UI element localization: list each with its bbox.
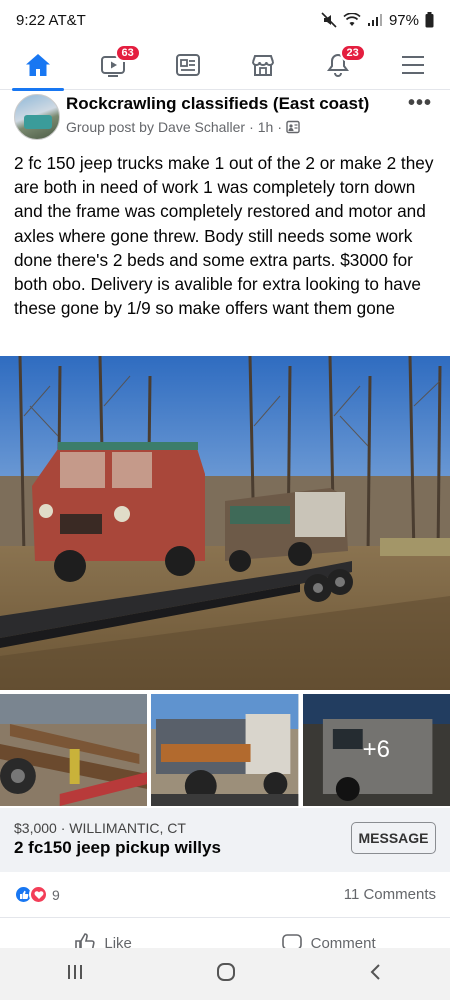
news-icon — [175, 53, 200, 76]
battery-percent: 97% — [388, 11, 419, 29]
nav-notifications[interactable]: 23 — [308, 40, 368, 90]
nav-home[interactable] — [8, 40, 68, 91]
reaction-summary[interactable]: 9 — [14, 885, 60, 904]
status-carrier: AT&T — [48, 11, 86, 29]
thumbnail-photo-3[interactable]: +6 — [302, 694, 450, 806]
nav-marketplace[interactable] — [233, 40, 293, 90]
back-chevron-icon — [370, 963, 380, 980]
reaction-count: 9 — [52, 886, 60, 903]
love-reaction-icon — [29, 885, 48, 904]
mute-icon — [321, 12, 337, 28]
battery-icon — [425, 12, 434, 28]
thumbnail-image-1 — [0, 694, 148, 806]
signal-icon — [367, 13, 383, 27]
marketplace-icon — [251, 54, 274, 76]
comments-count[interactable]: 11 Comments — [344, 886, 436, 903]
reaction-icons — [14, 885, 48, 904]
nav-watch[interactable]: 63 — [83, 40, 143, 90]
photo-thumbnails: +6 — [0, 694, 450, 806]
wifi-icon — [343, 13, 361, 27]
post-body-text: 2 fc 150 jeep trucks make 1 out of the 2… — [14, 153, 434, 319]
nav-news[interactable] — [158, 40, 218, 90]
trucks-on-trailer-photo — [0, 356, 450, 690]
message-button[interactable]: MESSAGE — [351, 822, 436, 854]
post-meta: Group post by Dave Schaller · 1h · — [66, 119, 300, 135]
status-time: 9:22 — [16, 11, 46, 29]
reactions-bar: 9 11 Comments — [0, 872, 450, 918]
group-name[interactable]: Rockcrawling classifieds (East coast) — [66, 94, 369, 114]
notifications-badge: 23 — [339, 43, 366, 62]
separator-dot: · — [277, 119, 283, 135]
main-listing-photo[interactable] — [0, 356, 450, 690]
thumbnail-photo-1[interactable] — [0, 694, 148, 806]
status-bar: 9:22 AT&T 97% — [0, 0, 450, 40]
nav-menu[interactable] — [383, 40, 443, 90]
more-photos-overlay[interactable]: +6 — [302, 694, 450, 806]
like-button[interactable]: Like — [74, 918, 132, 950]
post-time[interactable]: 1h — [258, 119, 274, 135]
thumbnail-photo-2[interactable] — [151, 694, 299, 806]
system-navigation-bar — [0, 948, 450, 1000]
status-right: 97% — [321, 12, 434, 29]
meta-separator: · — [249, 119, 254, 135]
listing-title[interactable]: 2 fc150 jeep pickup willys — [14, 838, 221, 858]
back-button[interactable] — [367, 962, 385, 987]
recent-apps-icon — [68, 964, 82, 979]
group-avatar[interactable] — [14, 94, 60, 140]
listing-info[interactable]: $3,000 · WILLIMANTIC, CT 2 fc150 jeep pi… — [0, 808, 450, 872]
meta-prefix: Group post by — [66, 119, 154, 135]
post-options-button[interactable]: ••• — [408, 92, 432, 115]
home-system-button[interactable] — [215, 961, 237, 988]
hamburger-menu-icon — [401, 55, 424, 74]
listing-price-location: $3,000 · WILLIMANTIC, CT — [14, 820, 186, 836]
home-icon — [25, 53, 50, 76]
status-left: 9:22 AT&T — [16, 12, 86, 29]
thumbnail-image-2 — [151, 694, 299, 806]
group-privacy-icon — [286, 120, 300, 134]
comment-button[interactable]: Comment — [281, 918, 376, 950]
post-actions: Like Comment — [0, 918, 450, 950]
home-circle-icon — [217, 962, 235, 981]
post-header: Rockcrawling classifieds (East coast) Gr… — [0, 90, 450, 146]
recent-apps-button[interactable] — [65, 963, 85, 986]
watch-badge: 63 — [114, 43, 141, 62]
avatar-truck-shape — [24, 115, 52, 129]
top-nav-bar: 63 23 — [0, 40, 450, 91]
post-author[interactable]: Dave Schaller — [158, 119, 245, 135]
